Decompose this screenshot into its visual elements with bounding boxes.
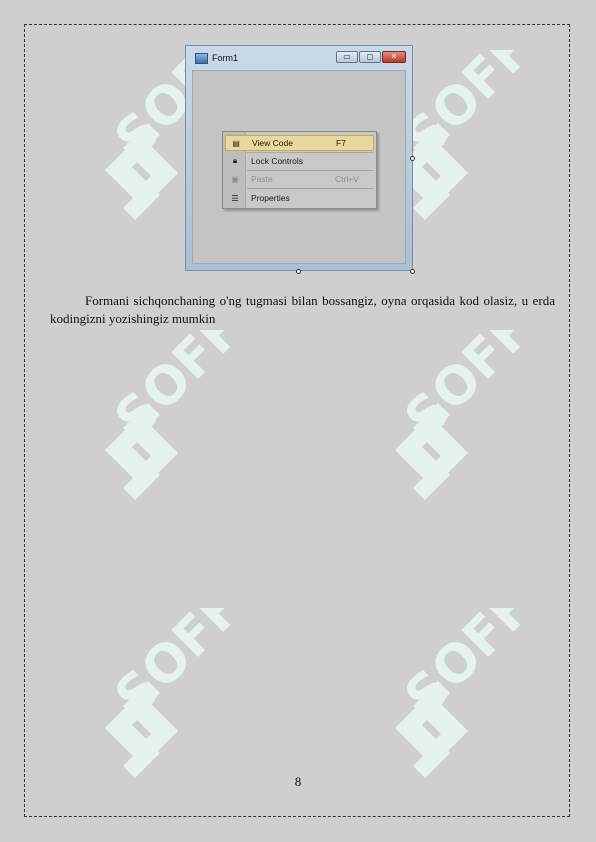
form-titlebar: Form1 ▭ ◻ ✕ <box>186 46 412 70</box>
menu-item-label: Lock Controls <box>251 156 303 166</box>
properties-icon: ☰ <box>231 193 239 203</box>
menu-item-view-code[interactable]: ▤ View Code F7 <box>225 135 374 151</box>
menu-item-label: Properties <box>251 193 290 203</box>
close-button[interactable]: ✕ <box>382 51 406 63</box>
paste-icon: ▣ <box>231 174 239 184</box>
maximize-button[interactable]: ◻ <box>359 51 381 63</box>
menu-item-paste[interactable]: ▣ Paste Ctrl+V <box>225 171 374 187</box>
minimize-button[interactable]: ▭ <box>336 51 358 63</box>
lock-icon: 🔒︎ <box>232 156 238 165</box>
form-icon <box>195 52 208 64</box>
menu-item-properties[interactable]: ☰ Properties <box>225 190 374 206</box>
menu-item-label: View Code <box>252 138 293 148</box>
menu-item-shortcut: Ctrl+V <box>335 174 359 184</box>
watermark: SOFF <box>365 299 555 520</box>
menu-item-label: Paste <box>251 174 273 184</box>
context-menu: ▤ View Code F7 🔒︎ Lock Controls ▣ Paste … <box>222 131 377 209</box>
page-number: 8 <box>294 774 302 789</box>
view-code-icon: ▤ <box>232 138 240 148</box>
resize-handle-right[interactable] <box>410 156 415 161</box>
menu-item-shortcut: F7 <box>336 138 346 148</box>
menu-separator <box>247 188 373 189</box>
watermark: SOFF <box>365 577 555 798</box>
body-paragraph: Formani sichqonchaning o'ng tugmasi bila… <box>50 293 555 326</box>
window-buttons: ▭ ◻ ✕ <box>336 51 406 63</box>
menu-item-lock-controls[interactable]: 🔒︎ Lock Controls <box>225 153 374 169</box>
resize-handle-bottom[interactable] <box>296 269 301 274</box>
form-title: Form1 <box>212 53 239 63</box>
watermark: SOFF <box>75 299 265 520</box>
resize-handle-corner[interactable] <box>410 269 415 274</box>
watermark: SOFF <box>75 577 265 798</box>
